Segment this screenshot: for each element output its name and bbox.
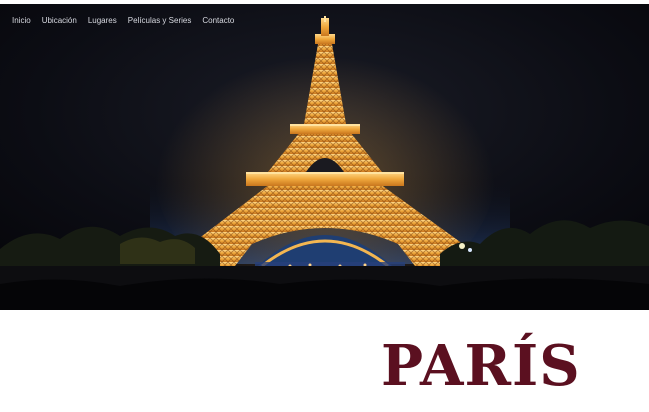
page-title: PARÍS	[381, 333, 581, 399]
nav-link-ubicacion[interactable]: Ubicación	[42, 16, 77, 25]
page: Inicio Ubicación Lugares Películas y Ser…	[0, 0, 649, 412]
nav-link-lugares[interactable]: Lugares	[88, 16, 117, 25]
nav-link-peliculas-series[interactable]: Películas y Series	[128, 16, 192, 25]
nav-link-inicio[interactable]: Inicio	[12, 16, 31, 25]
nav-link-contacto[interactable]: Contacto	[202, 16, 234, 25]
title-section: PARÍS	[0, 310, 649, 412]
eiffel-tower-photo	[0, 4, 649, 310]
hero-banner: Inicio Ubicación Lugares Películas y Ser…	[0, 4, 649, 310]
main-nav: Inicio Ubicación Lugares Películas y Ser…	[12, 16, 234, 25]
